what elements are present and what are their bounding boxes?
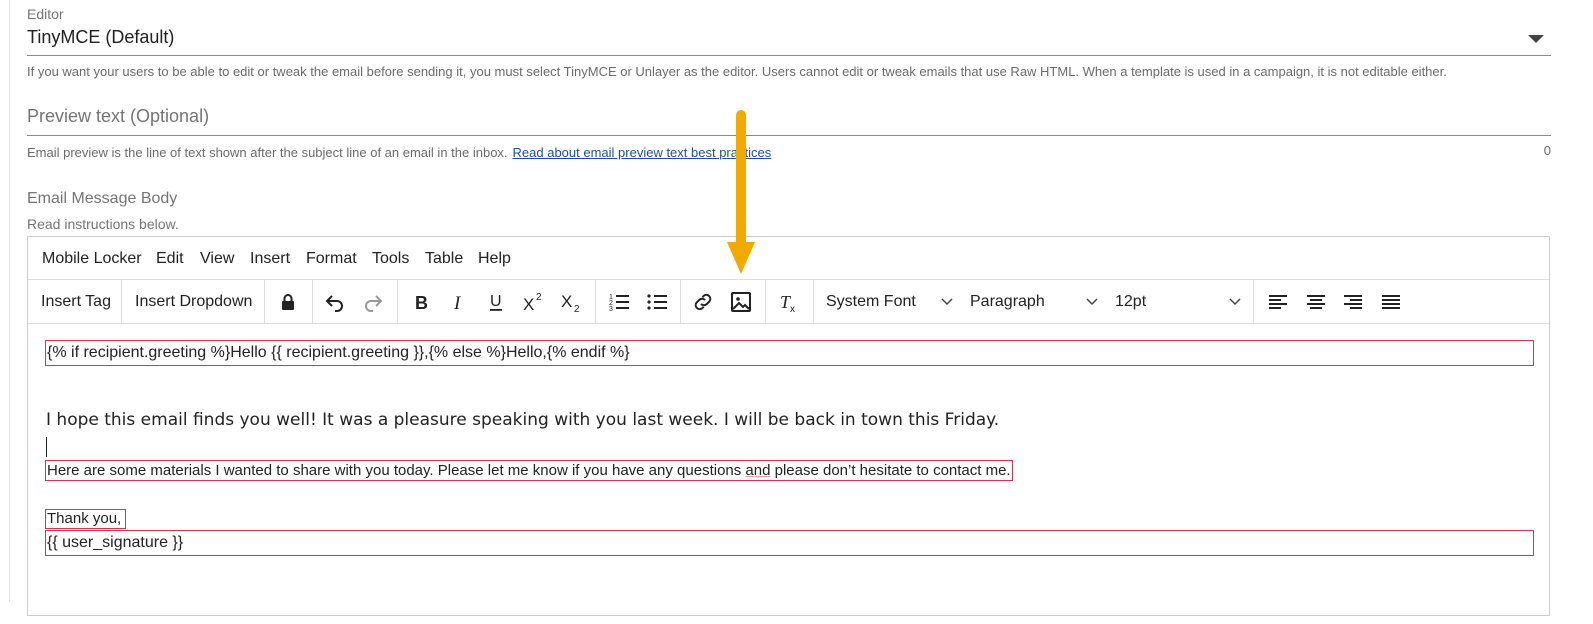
underline-icon[interactable]: U [483,289,509,315]
materials-paragraph[interactable]: Here are some materials I wanted to shar… [45,460,1013,481]
preview-underline [27,135,1551,136]
justify-icon[interactable] [1378,289,1404,315]
preview-text-input[interactable]: Preview text (Optional) [27,106,209,127]
email-body-instructions: Read instructions below. [27,216,179,232]
svg-text:2: 2 [574,304,580,314]
link-icon[interactable] [690,289,716,315]
undo-icon[interactable] [322,289,348,315]
font-family-select[interactable]: System Font [826,293,916,311]
toolbar-divider [312,280,313,323]
paragraph-intro[interactable]: I hope this email finds you well! It was… [46,409,999,431]
toolbar-divider [680,280,681,323]
menu-tools[interactable]: Tools [372,250,409,268]
text-cursor [46,437,47,457]
align-right-icon[interactable] [1340,289,1366,315]
editor-help-text: If you want your users to be able to edi… [27,64,1447,79]
editor-toolbar: Insert Tag Insert Dropdown B I U X2 X2 1… [28,280,1549,324]
toolbar-divider [595,280,596,323]
left-border [9,0,10,602]
editor-label: Editor [27,6,64,22]
svg-text:3: 3 [609,306,613,313]
materials-text-b: please don’t hesitate to contact me. [770,462,1011,479]
menu-table[interactable]: Table [425,250,463,268]
menu-format[interactable]: Format [306,250,357,268]
email-body-label: Email Message Body [27,190,178,207]
superscript-icon[interactable]: X2 [520,289,546,315]
align-center-icon[interactable] [1303,289,1329,315]
toolbar-divider [397,280,398,323]
toolbar-divider [1253,280,1254,323]
annotation-arrow [727,110,755,274]
toolbar-divider [264,280,265,323]
bold-icon[interactable]: B [408,289,434,315]
bullet-list-icon[interactable] [644,289,670,315]
font-size-select[interactable]: 12pt [1115,293,1146,311]
editor-underline [27,55,1551,56]
svg-text:U: U [490,293,502,310]
preview-help-label: Email preview is the line of text shown … [27,145,508,160]
arrow-head [727,242,755,274]
svg-text:X: X [561,292,572,311]
block-format-select[interactable]: Paragraph [970,293,1045,311]
insert-tag-button[interactable]: Insert Tag [41,293,111,311]
svg-text:B: B [415,293,428,313]
signature-block[interactable]: {{ user_signature }} [45,530,1534,556]
preview-help-text: Email preview is the line of text shown … [27,145,771,160]
thanks-line[interactable]: Thank you, [45,509,127,529]
preview-char-count: 0 [1543,143,1551,158]
greeting-block[interactable]: {% if recipient.greeting %}Hello {{ reci… [45,340,1534,366]
materials-text-a: Here are some materials I wanted to shar… [47,462,746,479]
spellcheck-word: and [745,462,771,479]
clear-formatting-icon[interactable]: Tx [776,289,802,315]
numbered-list-icon[interactable]: 123 [606,289,632,315]
toolbar-divider [813,280,814,323]
align-left-icon[interactable] [1265,289,1291,315]
arrow-shaft [736,110,746,246]
toolbar-divider [121,280,122,323]
dropdown-arrow-icon[interactable] [1528,35,1544,43]
rich-text-editor: Mobile Locker Edit View Insert Format To… [27,236,1550,616]
editor-menubar: Mobile Locker Edit View Insert Format To… [28,237,1549,280]
editor-select[interactable]: TinyMCE (Default) [27,27,174,48]
menu-help[interactable]: Help [478,250,511,268]
chevron-down-icon[interactable] [1086,295,1098,307]
menu-view[interactable]: View [200,250,234,268]
toolbar-divider [765,280,766,323]
italic-icon[interactable]: I [445,289,471,315]
subscript-icon[interactable]: X2 [558,289,584,315]
image-icon[interactable] [728,289,754,315]
svg-text:X: X [523,295,534,314]
insert-dropdown-button[interactable]: Insert Dropdown [135,293,252,311]
redo-icon[interactable] [360,289,386,315]
chevron-down-icon[interactable] [1229,295,1241,307]
menu-insert[interactable]: Insert [250,250,290,268]
editor-content-area[interactable]: {% if recipient.greeting %}Hello {{ reci… [28,324,1549,624]
lock-icon[interactable] [275,289,301,315]
svg-text:I: I [453,293,462,314]
menu-edit[interactable]: Edit [156,250,184,268]
menu-mobile-locker[interactable]: Mobile Locker [42,250,142,268]
svg-text:x: x [790,304,795,314]
svg-text:2: 2 [536,292,542,303]
chevron-down-icon[interactable] [941,295,953,307]
